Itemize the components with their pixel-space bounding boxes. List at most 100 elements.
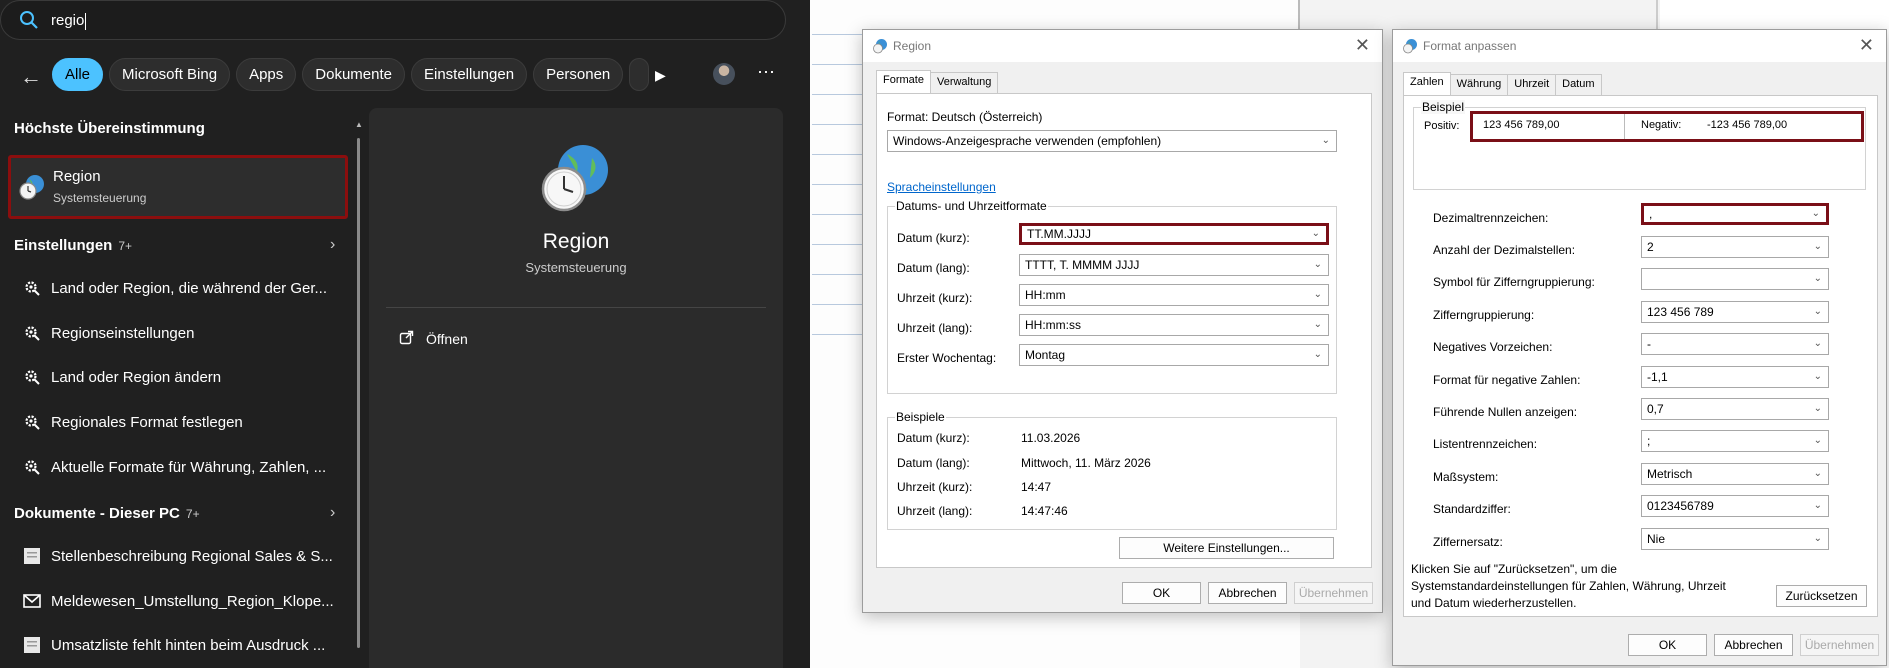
format-zahlen-panel: Beispiel Positiv: 123 456 789,00 Negativ… <box>1403 95 1878 617</box>
date-long-select[interactable]: TTTT, T. MMMM JJJJ ⌄ <box>1019 254 1329 276</box>
apply-button[interactable]: Übernehmen <box>1294 582 1373 604</box>
measurement-system-select[interactable]: Metrisch ⌄ <box>1641 463 1829 485</box>
examples-group-title: Beispiele <box>895 410 946 424</box>
list-separator-select[interactable]: ; ⌄ <box>1641 430 1829 452</box>
search-query[interactable]: regio <box>51 12 84 29</box>
filter-more-cut[interactable] <box>629 58 650 91</box>
examples-group: Beispiele Datum (kurz): 11.03.2026 Datum… <box>887 410 1337 530</box>
reset-hint-line1: Klicken Sie auf "Zurücksetzen", um die <box>1411 562 1617 576</box>
filter-apps[interactable]: Apps <box>236 58 297 91</box>
background-divider <box>1656 0 1658 30</box>
chevron-down-icon: ⌄ <box>1813 273 1822 284</box>
chevron-down-icon: ⌄ <box>1813 500 1822 511</box>
first-weekday-label: Erster Wochentag: <box>897 351 997 365</box>
tab-uhrzeit[interactable]: Uhrzeit <box>1507 74 1557 95</box>
settings-item[interactable]: Land oder Region ändern <box>22 362 221 392</box>
document-item-label: Umsatzliste fehlt hinten beim Ausdruck .… <box>51 636 326 654</box>
ok-button[interactable]: OK <box>1122 582 1201 604</box>
more-options-icon[interactable]: ⋯ <box>757 62 776 83</box>
tab-formate[interactable]: Formate <box>876 70 931 93</box>
tab-zahlen[interactable]: Zahlen <box>1403 72 1451 95</box>
settings-item-label: Regionales Format festlegen <box>51 413 243 431</box>
cancel-button[interactable]: Abbrechen <box>1208 582 1287 604</box>
negative-sign-value: - <box>1647 337 1651 351</box>
tab-verwaltung[interactable]: Verwaltung <box>929 72 999 93</box>
decimal-places-select[interactable]: 2 ⌄ <box>1641 236 1829 258</box>
negative-format-select[interactable]: -1,1 ⌄ <box>1641 366 1829 388</box>
filter-people[interactable]: Personen <box>533 58 624 91</box>
date-long-value: TTTT, T. MMMM JJJJ <box>1025 258 1140 272</box>
avatar[interactable] <box>713 63 735 85</box>
region-dialog: Region ✕ Formate Verwaltung Format: Deut… <box>862 29 1383 613</box>
tab-datum[interactable]: Datum <box>1555 74 1602 95</box>
best-match-region[interactable]: Region Systemsteuerung <box>8 155 348 219</box>
chevron-right-icon[interactable]: › <box>330 504 335 522</box>
format-titlebar: Format anpassen ✕ <box>1393 30 1886 62</box>
documents-header-label: Dokumente - Dieser PC <box>14 505 180 522</box>
documents-count: 7+ <box>185 507 200 521</box>
documents-header[interactable]: Dokumente - Dieser PC 7+ <box>14 505 200 522</box>
tab-waehrung[interactable]: Währung <box>1449 74 1509 95</box>
negative-sign-select[interactable]: - ⌄ <box>1641 333 1829 355</box>
time-long-select[interactable]: HH:mm:ss ⌄ <box>1019 314 1329 336</box>
windows-search-panel: regio ← Alle Microsoft Bing Apps Dokumen… <box>0 0 810 668</box>
digit-substitution-value: Nie <box>1647 532 1666 546</box>
time-short-value: HH:mm <box>1025 288 1066 302</box>
date-long-label: Datum (lang): <box>897 261 970 275</box>
results-scrollbar[interactable]: ▲ <box>355 120 363 668</box>
filter-all[interactable]: Alle <box>52 58 104 91</box>
example-separator <box>1624 114 1625 139</box>
leading-zeros-select[interactable]: 0,7 ⌄ <box>1641 398 1829 420</box>
settings-item[interactable]: Regionales Format festlegen <box>22 407 243 437</box>
chevron-down-icon: ⌄ <box>1311 228 1320 239</box>
settings-item[interactable]: Land oder Region, die während der Ger... <box>22 273 327 303</box>
example-label: Datum (kurz): <box>897 431 970 445</box>
example-label: Uhrzeit (kurz): <box>897 480 973 494</box>
open-action[interactable]: Öffnen <box>399 330 468 348</box>
scrollbar-thumb[interactable] <box>357 138 360 648</box>
digit-grouping-select[interactable]: 123 456 789 ⌄ <box>1641 301 1829 323</box>
apply-button[interactable]: Übernehmen <box>1800 634 1879 656</box>
document-item[interactable]: Umsatzliste fehlt hinten beim Ausdruck .… <box>22 630 325 660</box>
datetime-group: Datums- und Uhrzeitformate Datum (kurz):… <box>887 199 1337 394</box>
cancel-button[interactable]: Abbrechen <box>1714 634 1793 656</box>
example-label: Uhrzeit (lang): <box>897 504 973 518</box>
format-select[interactable]: Windows-Anzeigesprache verwenden (empfoh… <box>887 130 1337 152</box>
language-settings-link[interactable]: Spracheinstellungen <box>887 180 996 194</box>
close-icon[interactable]: ✕ <box>1859 35 1874 56</box>
document-item[interactable]: Meldewesen_Umstellung_Region_Klope... <box>22 586 334 616</box>
time-short-select[interactable]: HH:mm ⌄ <box>1019 284 1329 306</box>
reset-button[interactable]: Zurücksetzen <box>1776 585 1867 607</box>
document-item[interactable]: Stellenbeschreibung Regional Sales & S..… <box>22 541 333 571</box>
first-weekday-select[interactable]: Montag ⌄ <box>1019 344 1329 366</box>
play-icon[interactable]: ▶ <box>655 67 666 84</box>
time-long-value: HH:mm:ss <box>1025 318 1081 332</box>
example-value: 14:47 <box>1021 480 1052 494</box>
filter-bing[interactable]: Microsoft Bing <box>109 58 231 91</box>
settings-gear-icon <box>22 367 42 387</box>
filter-documents[interactable]: Dokumente <box>302 58 405 91</box>
date-short-select[interactable]: TT.MM.JJJJ ⌄ <box>1019 223 1329 245</box>
chevron-down-icon: ⌄ <box>1313 289 1322 300</box>
ok-button[interactable]: OK <box>1628 634 1707 656</box>
scroll-up-icon[interactable]: ▲ <box>355 120 363 129</box>
preview-pane: Region Systemsteuerung Öffnen <box>369 108 783 668</box>
back-arrow-icon[interactable]: ← <box>20 64 42 90</box>
decimal-separator-select[interactable]: , ⌄ <box>1641 203 1829 225</box>
settings-header[interactable]: Einstellungen 7+ <box>14 237 132 254</box>
reset-hint-line3: und Datum wiederherzustellen. <box>1411 596 1577 610</box>
settings-item[interactable]: Regionseinstellungen <box>22 318 194 348</box>
search-box[interactable]: regio <box>0 0 786 40</box>
filter-settings[interactable]: Einstellungen <box>410 58 528 91</box>
mail-icon <box>22 591 42 611</box>
digit-substitution-select[interactable]: Nie ⌄ <box>1641 528 1829 550</box>
settings-item[interactable]: Aktuelle Formate für Währung, Zahlen, ..… <box>22 452 326 482</box>
negative-value: -123 456 789,00 <box>1707 119 1788 131</box>
datetime-group-title: Datums- und Uhrzeitformate <box>895 199 1048 213</box>
chevron-right-icon[interactable]: › <box>330 236 335 254</box>
best-match-header: Höchste Übereinstimmung <box>14 120 205 137</box>
close-icon[interactable]: ✕ <box>1355 35 1370 56</box>
grouping-symbol-select[interactable]: ⌄ <box>1641 268 1829 290</box>
standard-digits-select[interactable]: 0123456789 ⌄ <box>1641 495 1829 517</box>
more-settings-button[interactable]: Weitere Einstellungen... <box>1119 537 1334 559</box>
